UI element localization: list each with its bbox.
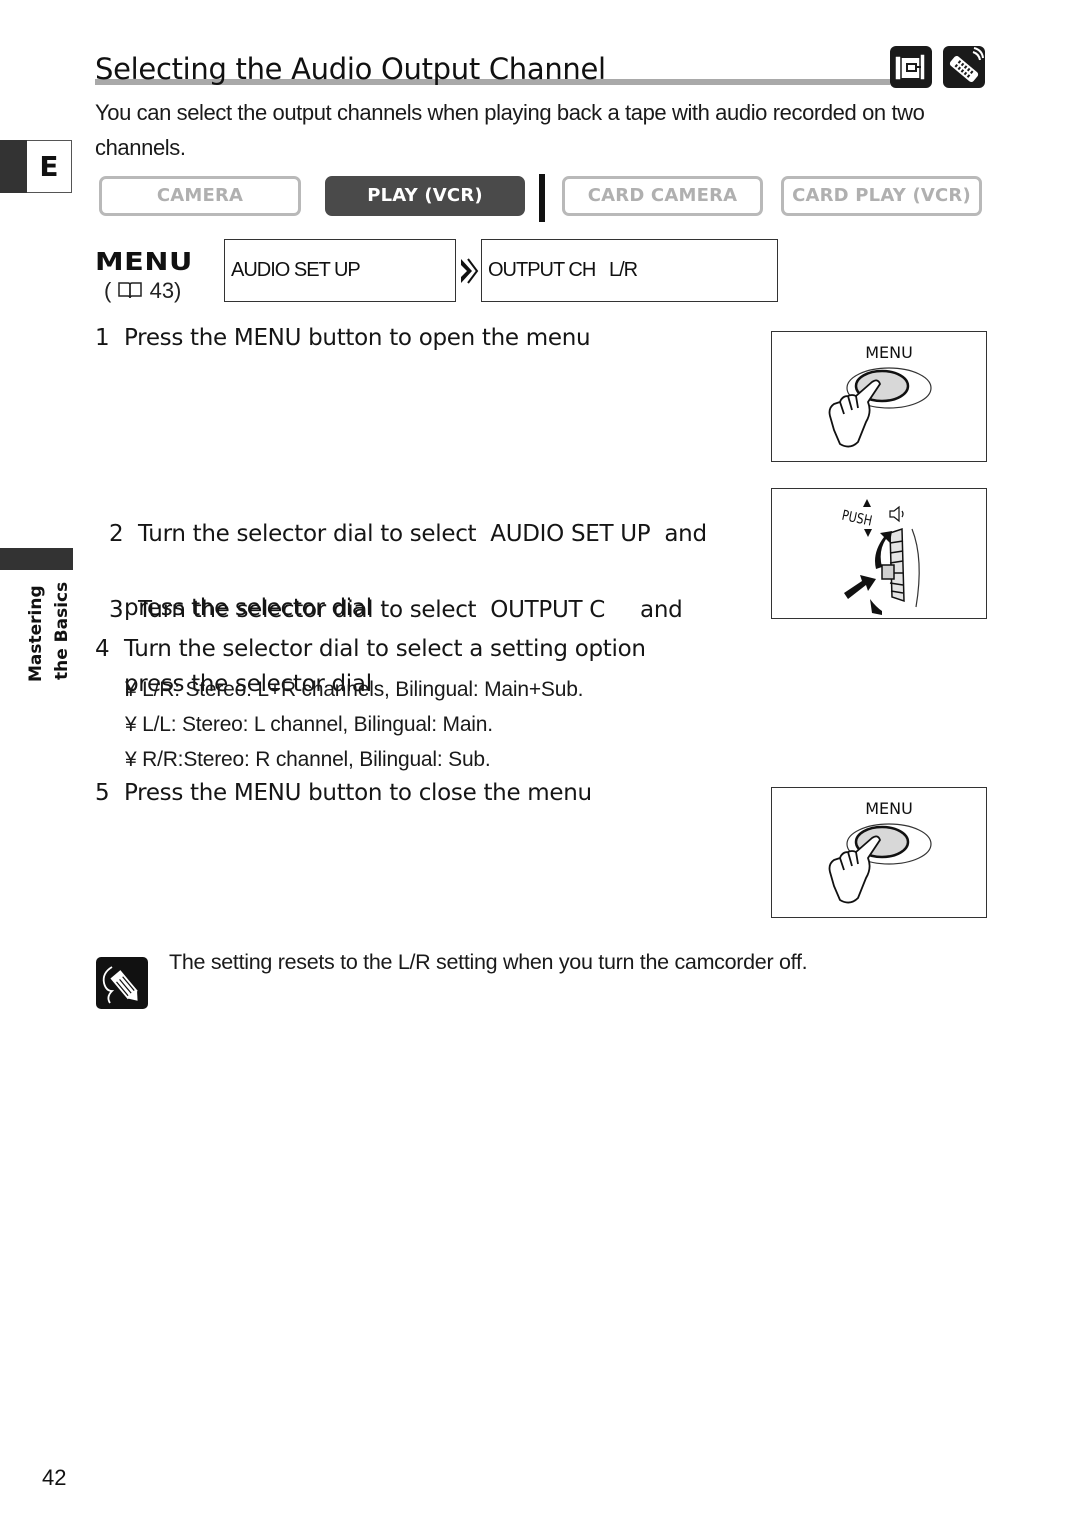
remote-control-icon <box>943 46 985 88</box>
section-label-line-2: the Basics <box>52 581 72 680</box>
menu-label: MENU <box>95 247 193 276</box>
mode-card-camera: CARD CAMERA <box>562 176 763 216</box>
camcorder-icon <box>890 46 932 88</box>
book-icon <box>118 282 143 299</box>
menu-page-reference: ( 43) <box>104 278 181 304</box>
mode-play-vcr: PLAY (VCR) <box>325 176 525 216</box>
step-number: 3 <box>109 597 124 623</box>
ref-page-number: 43) <box>149 278 182 303</box>
step-text-line-1: Turn the selector dial to select OUTPUT … <box>138 597 683 623</box>
section-label: Mastering the Basics <box>22 580 82 690</box>
arrow-up-icon <box>863 499 871 507</box>
section-label-line-1: Mastering <box>26 585 46 682</box>
step-4: 4 Turn the selector dial to select a sett… <box>95 631 646 668</box>
illustration-menu-label: MENU <box>865 343 913 362</box>
rotate-arrow-icon <box>875 531 892 569</box>
rotate-down-arrow-icon <box>870 599 882 615</box>
menu-button-illustration-open: MENU <box>771 331 987 462</box>
language-tab-bar <box>0 140 27 193</box>
mode-separator <box>539 174 545 222</box>
page-title: Selecting the Audio Output Channel <box>95 52 606 86</box>
selector-dial-illustration: PUSH <box>771 488 987 619</box>
mode-camera: CAMERA <box>99 176 301 216</box>
dial-push-label: PUSH <box>840 506 873 529</box>
step-number: 5 <box>95 780 110 806</box>
speaker-icon <box>889 505 904 523</box>
hand-pointer-icon <box>828 379 881 448</box>
step-number: 2 <box>109 521 124 547</box>
step-text: Press the MENU button to close the menu <box>124 780 592 806</box>
step-text: Press the MENU button to open the menu <box>124 325 591 351</box>
intro-paragraph: You can select the output channels when … <box>95 100 925 160</box>
section-tab-bar <box>0 548 73 570</box>
mode-card-play-vcr: CARD PLAY (VCR) <box>781 176 982 216</box>
arrow-down-icon <box>864 529 872 537</box>
language-tab: E <box>27 140 72 193</box>
step-number: 1 <box>95 325 110 351</box>
step-text: Turn the selector dial to select a setti… <box>124 636 646 662</box>
hand-pointer-icon <box>828 835 881 904</box>
push-arrow-icon <box>844 575 876 599</box>
note-text: The setting resets to the L/R setting wh… <box>169 950 808 974</box>
page-number: 42 <box>42 1465 67 1490</box>
menu-button-illustration-close: MENU <box>771 787 987 918</box>
note-pencil-icon <box>96 957 148 1009</box>
ref-open-paren: ( <box>104 278 112 303</box>
step-5: 5 Press the MENU button to close the menu <box>95 775 592 812</box>
option-ll: ¥ L/L: Stereo: L channel, Bilingual: Mai… <box>125 713 493 736</box>
step-1: 1 Press the MENU button to open the menu <box>95 320 591 357</box>
step-number: 4 <box>95 636 110 662</box>
menu-path-level-2: OUTPUT CH L/R <box>481 239 778 302</box>
option-lr: ¥ L/R: Stereo: L+R channels, Bilingual: … <box>125 678 584 701</box>
menu-path-level-1: AUDIO SET UP <box>224 239 456 302</box>
option-rr: ¥ R/R:Stereo: R channel, Bilingual: Sub. <box>125 748 491 771</box>
menu-path-arrow-icon <box>461 258 479 284</box>
illustration-menu-label: MENU <box>865 799 913 818</box>
step-text-line-1: Turn the selector dial to select AUDIO S… <box>138 521 707 547</box>
